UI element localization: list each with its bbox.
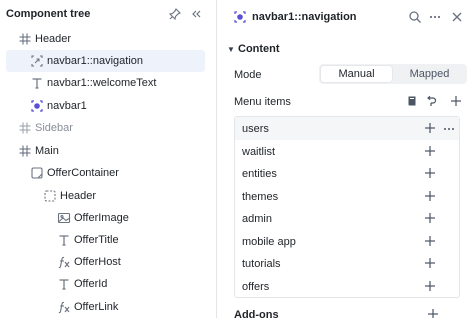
component-tree-title: Component tree (6, 8, 91, 20)
search-icon[interactable] (408, 10, 422, 24)
add-subitem-icon[interactable] (424, 235, 436, 247)
menu-item-row[interactable]: waitlist (235, 140, 459, 163)
tree-item-main[interactable]: Main (0, 140, 216, 162)
function-icon (57, 255, 71, 269)
tree-item-label: OfferHost (74, 256, 121, 268)
properties-title: navbar1::navigation (252, 11, 357, 23)
tree-item-offercontainer[interactable]: OfferContainer (0, 162, 216, 184)
grid-hash-icon (18, 121, 32, 135)
menu-item-label: tutorials (242, 258, 281, 270)
mode-option-manual[interactable]: Manual (321, 66, 392, 82)
tree-item-label: OfferTitle (74, 234, 119, 246)
image-icon (57, 211, 71, 225)
menu-item-row[interactable]: mobile app (235, 230, 459, 253)
tree-item-label: OfferContainer (47, 167, 119, 179)
addons-label: Add-ons (234, 309, 279, 318)
add-subitem-icon[interactable] (424, 257, 436, 269)
menu-item-label: mobile app (242, 235, 296, 248)
menu-item-row[interactable]: admin (235, 207, 459, 230)
chevron-down-icon: ▼ (227, 45, 235, 54)
add-subitem-icon[interactable] (424, 167, 436, 179)
content-section-toggle[interactable]: ▼ Content (227, 43, 280, 55)
tree-item-navbar1-navigation[interactable]: navbar1::navigation (6, 50, 205, 72)
mode-option-mapped[interactable]: Mapped (394, 66, 465, 82)
tree-item-label: navbar1::navigation (47, 55, 144, 67)
more-options-icon[interactable] (428, 10, 442, 24)
navigation-link-icon (30, 54, 44, 68)
text-icon (57, 233, 71, 247)
add-subitem-icon[interactable] (424, 122, 436, 134)
tree-item-offerhost[interactable]: OfferHost (0, 251, 216, 273)
menu-items-label: Menu items (234, 96, 291, 108)
tree-item-header[interactable]: Header (0, 28, 216, 50)
book-icon[interactable] (406, 95, 418, 107)
component-icon (233, 10, 247, 24)
tree-item-offerlink[interactable]: OfferLink (0, 296, 216, 318)
component-tree-header: Component tree (0, 0, 216, 30)
mode-segmented-control: Manual Mapped (319, 64, 467, 84)
collapse-panel-icon[interactable] (189, 7, 203, 21)
tree-item-offerid[interactable]: OfferId (0, 273, 216, 295)
menu-item-label: waitlist (242, 145, 276, 158)
menu-item-row[interactable]: tutorials (235, 252, 459, 275)
tree-item-sidebar[interactable]: Sidebar (0, 117, 216, 139)
mode-label: Mode (234, 69, 262, 81)
menu-item-row[interactable]: themes (235, 185, 459, 208)
menu-item-label: entities (242, 168, 277, 180)
function-icon (57, 300, 71, 314)
tree-item-label: navbar1 (47, 100, 87, 112)
menu-item-row[interactable]: users (235, 117, 459, 140)
container-icon (30, 166, 44, 180)
menu-item-row[interactable]: offers (235, 275, 459, 298)
tree-item-offerimage[interactable]: OfferImage (0, 207, 216, 229)
pin-icon[interactable] (168, 7, 182, 21)
add-menu-item-icon[interactable] (450, 95, 462, 107)
tree-item-label: Header (60, 190, 97, 202)
tree-item-label: OfferId (74, 278, 108, 290)
tree-item-offertitle[interactable]: OfferTitle (0, 229, 216, 251)
tree-item-label: OfferImage (74, 212, 129, 224)
menu-items-list: users waitlist entities themes admin mobile a… (234, 116, 460, 298)
add-subitem-icon[interactable] (424, 190, 436, 202)
grid-hash-icon (18, 32, 32, 46)
menu-item-label: users (242, 123, 269, 135)
add-subitem-icon[interactable] (424, 145, 436, 157)
menu-item-label: themes (242, 190, 279, 203)
text-icon (57, 277, 71, 291)
grid-hash-icon (18, 144, 32, 158)
tree-item-label: navbar1::welcomeText (47, 77, 157, 89)
properties-header: navbar1::navigation (217, 0, 474, 34)
tree-item-navbar1-welcometext[interactable]: navbar1::welcomeText (0, 72, 216, 94)
tree-item-navbar1[interactable]: navbar1 (0, 95, 216, 117)
reset-icon[interactable] (425, 95, 437, 107)
component-tree-panel: Component tree Header navbar1::navigation… (0, 0, 216, 318)
menu-item-row[interactable]: entities (235, 162, 459, 185)
close-icon[interactable] (450, 10, 464, 24)
text-icon (30, 76, 44, 90)
tree-item-label: Sidebar (35, 122, 73, 134)
add-subitem-icon[interactable] (424, 212, 436, 224)
menu-item-label: offers (242, 280, 270, 293)
tree-item-label: OfferLink (74, 301, 119, 313)
add-subitem-icon[interactable] (424, 280, 436, 292)
dashed-box-icon (43, 189, 57, 203)
tree-item-header[interactable]: Header (0, 185, 216, 207)
add-addon-icon[interactable] (427, 308, 439, 318)
properties-panel: navbar1::navigation ▼ Content Mode Manual… (217, 0, 474, 318)
tree-item-label: Main (35, 145, 59, 157)
component-icon (30, 99, 44, 113)
section-title: Content (238, 43, 280, 55)
menu-item-label: admin (242, 213, 272, 225)
tree-item-label: Header (35, 33, 72, 45)
item-more-icon[interactable] (443, 127, 455, 131)
